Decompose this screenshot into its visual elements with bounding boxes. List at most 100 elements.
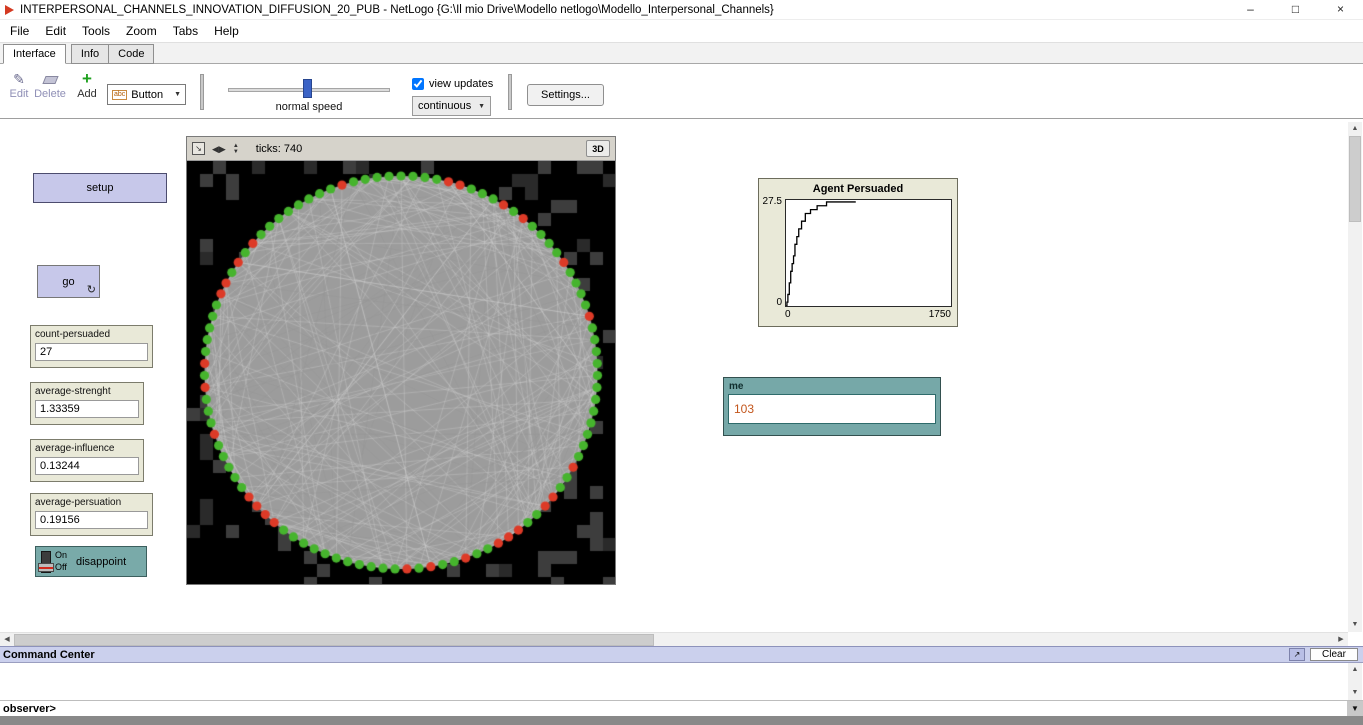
menu-bar: File Edit Tools Zoom Tabs Help [0,20,1363,42]
scroll-right-icon[interactable]: ▶ [1334,633,1348,647]
tab-code[interactable]: Code [109,44,154,64]
prompt-dropdown-icon[interactable]: ▼ [1347,701,1363,717]
scroll-up-icon[interactable]: ▲ [1348,122,1362,136]
menu-help[interactable]: Help [206,21,247,41]
reset-perspective-icon[interactable]: ↘ [192,142,205,155]
observer-prompt: observer> [3,703,56,715]
scroll-down-icon[interactable]: ▼ [1348,618,1362,632]
plot-title: Agent Persuaded [759,183,957,195]
world-view-header: ↘ ◀▶ ▲▼ ticks: 740 3D [187,137,615,161]
command-input[interactable] [56,701,1347,717]
setup-button[interactable]: setup [33,173,167,203]
monitor-average-strenght: average-strenght 1.33359 [30,382,144,425]
switch-handle[interactable] [38,563,54,572]
x-axis-max-label: 1750 [911,309,951,320]
menu-tools[interactable]: Tools [74,21,118,41]
monitor-count-persuaded: count-persuaded 27 [30,325,153,368]
command-center-output[interactable] [0,663,1348,700]
horizontal-arrows-icon[interactable]: ◀▶ [212,144,226,154]
close-button[interactable]: × [1318,0,1363,20]
world-view: ↘ ◀▶ ▲▼ ticks: 740 3D [186,136,616,585]
monitor-label: average-strenght [35,386,139,397]
netlogo-icon [5,5,14,15]
main-horizontal-scrollbar[interactable]: ◀ ▶ [0,632,1348,646]
setup-button-label: setup [87,182,114,194]
monitor-value: 0.19156 [35,511,148,529]
menu-zoom[interactable]: Zoom [118,21,165,41]
x-axis-min-label: 0 [785,309,791,320]
update-mode-dropdown[interactable]: continuous ▼ [412,96,491,116]
edit-label: Edit [10,88,29,100]
menu-edit[interactable]: Edit [37,21,74,41]
settings-button[interactable]: Settings... [527,84,604,106]
input-me-value[interactable]: 103 [728,394,936,424]
abc-icon: abc [112,90,127,100]
view-updates-checkbox[interactable] [412,78,424,90]
scrollbar-thumb[interactable] [14,634,654,646]
command-center-scrollbar[interactable]: ▲ ▼ [1348,663,1362,700]
window-title: INTERPERSONAL_CHANNELS_INNOVATION_DIFFUS… [20,4,1228,16]
clear-button[interactable]: Clear [1310,648,1358,661]
command-center-title: Command Center [3,649,95,661]
menu-file[interactable]: File [2,21,37,41]
popout-icon[interactable]: ↗ [1289,648,1305,661]
scrollbar-thumb[interactable] [1349,136,1361,222]
update-mode-value: continuous [418,100,471,112]
monitor-value: 0.13244 [35,457,139,475]
3d-button[interactable]: 3D [586,140,610,157]
tab-bar: Interface Info Code [0,42,1363,64]
switch-name: disappoint [76,556,126,568]
switch-on-label: On [55,550,67,560]
y-axis-max-label: 27.5 [759,196,782,207]
minimize-button[interactable]: – [1228,0,1273,20]
edit-widget-button[interactable]: ✎ Edit [2,70,36,100]
monitor-label: count-persuaded [35,329,148,340]
scroll-left-icon[interactable]: ◀ [0,633,14,647]
delete-widget-button[interactable]: Delete [33,70,67,100]
view-updates-label: view updates [429,78,493,90]
toolbar-separator [200,74,204,110]
plus-icon: + [70,70,104,88]
input-me[interactable]: me 103 [723,377,941,436]
ticks-counter: ticks: 740 [256,143,302,155]
go-button-label: go [62,276,74,288]
input-me-label: me [724,378,940,394]
monitor-average-persuation: average-persuation 0.19156 [30,493,153,536]
world-canvas[interactable] [187,161,615,584]
title-bar: INTERPERSONAL_CHANNELS_INNOVATION_DIFFUS… [0,0,1363,20]
interface-toolbar: ✎ Edit Delete + Add abc Button ▼ normal … [0,64,1363,119]
monitor-label: average-influence [35,443,139,454]
forever-icon: ↻ [87,283,96,296]
widget-type-dropdown[interactable]: abc Button ▼ [107,84,186,105]
tab-info[interactable]: Info [71,44,109,64]
tab-interface[interactable]: Interface [3,44,66,64]
add-widget-button[interactable]: + Add [70,70,104,100]
y-axis-min-label: 0 [759,297,782,308]
view-updates-row[interactable]: view updates [412,78,493,90]
chevron-down-icon: ▼ [174,91,181,98]
go-button[interactable]: go ↻ [37,265,100,298]
plot-agent-persuaded: Agent Persuaded 27.5 0 0 1750 [758,178,958,327]
vertical-arrows-icon[interactable]: ▲▼ [233,143,239,155]
switch-off-label: Off [55,562,67,572]
monitor-value: 1.33359 [35,400,139,418]
command-center-header: Command Center ↗ Clear [0,646,1363,663]
scroll-up-icon[interactable]: ▲ [1348,663,1362,677]
monitor-average-influence: average-influence 0.13244 [30,439,144,482]
toolbar-separator [508,74,512,110]
add-label: Add [77,88,97,100]
widget-type-value: Button [131,89,163,101]
menu-tabs[interactable]: Tabs [165,21,206,41]
speed-slider-handle[interactable] [303,79,312,98]
scroll-down-icon[interactable]: ▼ [1348,686,1362,700]
monitor-value: 27 [35,343,148,361]
monitor-label: average-persuation [35,497,148,508]
command-input-row: observer> ▼ [0,700,1363,716]
chevron-down-icon: ▼ [478,103,485,110]
maximize-button[interactable]: □ [1273,0,1318,20]
plot-canvas [785,199,952,307]
switch-groove[interactable] [41,551,51,573]
main-vertical-scrollbar[interactable]: ▲ ▼ [1348,122,1362,632]
delete-label: Delete [34,88,66,100]
switch-disappoint[interactable]: On Off disappoint [35,546,147,577]
